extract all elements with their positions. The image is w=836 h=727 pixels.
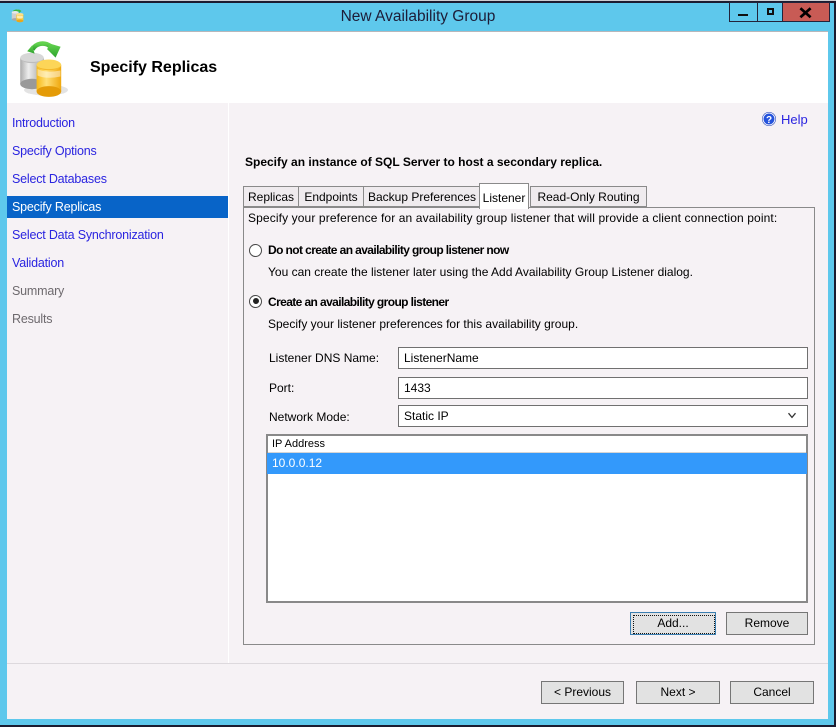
- svg-text:?: ?: [766, 115, 772, 126]
